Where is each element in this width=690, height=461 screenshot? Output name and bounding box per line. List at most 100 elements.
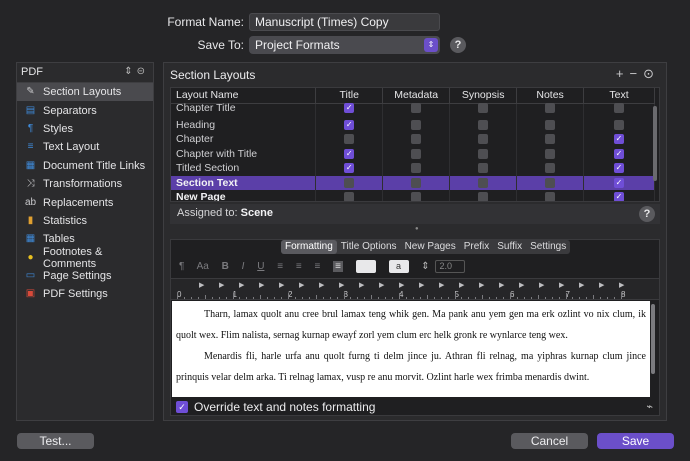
sidebar-item-replacements[interactable]: ab Replacements — [17, 193, 153, 211]
tab-stop-icon[interactable]: ▶ — [479, 281, 484, 289]
tab-formatting[interactable]: Formatting — [281, 240, 337, 254]
sidebar-item-statistics[interactable]: ▮ Statistics — [17, 212, 153, 230]
paragraph-style-icon[interactable]: ¶ — [179, 261, 184, 272]
table-checkbox[interactable] — [411, 148, 422, 159]
bold-button[interactable]: B — [222, 261, 229, 272]
tab-stop-icon[interactable]: ▶ — [219, 281, 224, 289]
cancel-button[interactable]: Cancel — [511, 433, 588, 449]
sidebar-format-selector[interactable]: PDF ⇕⊝ — [17, 63, 153, 83]
sidebar-item-pdf-settings[interactable]: ▣ PDF Settings — [17, 285, 153, 303]
align-justify-icon[interactable]: ≡ — [333, 261, 343, 273]
split-handle[interactable]: ● — [415, 226, 419, 232]
preview-page[interactable]: Tharn, lamax quolt anu cree brul lamax t… — [172, 301, 650, 397]
table-checkbox[interactable] — [478, 134, 489, 145]
tab-stop-icon[interactable]: ▶ — [399, 281, 404, 289]
test-button[interactable]: Test... — [17, 433, 94, 449]
table-checkbox[interactable] — [411, 102, 422, 113]
save-to-popup[interactable]: Project Formats ⇕ — [249, 36, 440, 54]
panel-controls[interactable]: +−⊙ — [616, 66, 660, 82]
table-checkbox[interactable] — [545, 119, 556, 130]
help-button-top[interactable]: ? — [450, 37, 466, 53]
tab-stop-icon[interactable]: ▶ — [419, 281, 424, 289]
format-name-field[interactable]: Manuscript (Times) Copy — [249, 13, 440, 31]
broom-icon[interactable]: ⌁ — [646, 400, 653, 413]
align-center-icon[interactable]: ≡ — [296, 261, 302, 272]
table-checkbox[interactable] — [411, 192, 422, 201]
table-checkbox[interactable] — [344, 177, 355, 188]
align-right-icon[interactable]: ≡ — [314, 261, 320, 272]
tab-stop-icon[interactable]: ▶ — [279, 281, 284, 289]
tab-stop-icon[interactable]: ▶ — [439, 281, 444, 289]
table-checkbox[interactable] — [545, 134, 556, 145]
sidebar-item-document-title-links[interactable]: ▦ Document Title Links — [17, 157, 153, 175]
table-checkbox[interactable] — [344, 134, 355, 145]
table-checkbox[interactable] — [478, 192, 489, 201]
tab-stop-icon[interactable]: ▶ — [619, 281, 624, 289]
tab-new-pages[interactable]: New Pages — [401, 240, 460, 254]
help-button-assigned[interactable]: ? — [639, 206, 655, 222]
table-checkbox[interactable] — [478, 148, 489, 159]
table-checkbox[interactable] — [344, 148, 355, 159]
table-checkbox[interactable] — [411, 134, 422, 145]
tab-stop-icon[interactable]: ▶ — [519, 281, 524, 289]
table-row[interactable]: Heading — [171, 117, 655, 132]
table-checkbox[interactable] — [411, 177, 422, 188]
table-scrollbar[interactable] — [653, 106, 657, 181]
tab-stop-icon[interactable]: ▶ — [459, 281, 464, 289]
tab-stop-icon[interactable]: ▶ — [339, 281, 344, 289]
table-checkbox[interactable] — [344, 192, 355, 201]
tab-stop-icon[interactable]: ▶ — [359, 281, 364, 289]
sidebar-controls[interactable]: ⇕⊝ — [124, 66, 149, 77]
tab-stop-icon[interactable]: ▶ — [499, 281, 504, 289]
table-checkbox[interactable] — [545, 148, 556, 159]
tab-stop-icon[interactable]: ▶ — [259, 281, 264, 289]
table-checkbox[interactable] — [614, 102, 625, 113]
table-checkbox[interactable] — [614, 192, 625, 201]
tab-stop-icon[interactable]: ▶ — [239, 281, 244, 289]
table-checkbox[interactable] — [478, 177, 489, 188]
table-checkbox[interactable] — [411, 119, 422, 130]
align-left-icon[interactable]: ≡ — [277, 261, 283, 272]
table-checkbox[interactable] — [545, 177, 556, 188]
table-row[interactable]: Titled Section — [171, 161, 655, 176]
table-checkbox[interactable] — [614, 148, 625, 159]
italic-button[interactable]: I — [242, 261, 245, 272]
tab-stop-icon[interactable]: ▶ — [559, 281, 564, 289]
tab-settings[interactable]: Settings — [526, 240, 570, 254]
highlight-color-well[interactable]: a — [388, 260, 409, 273]
table-checkbox[interactable] — [478, 119, 489, 130]
sidebar-item-section-layouts[interactable]: ✎ Section Layouts — [17, 83, 153, 102]
table-row[interactable]: Chapter with Title — [171, 146, 655, 161]
sidebar-item-styles[interactable]: ¶ Styles — [17, 120, 153, 138]
override-checkbox-row[interactable]: Override text and notes formatting — [176, 400, 375, 414]
sidebar-item-transformations[interactable]: ⤨ Transformations — [17, 175, 153, 193]
tab-stop-icon[interactable]: ▶ — [579, 281, 584, 289]
tab-stop-icon[interactable]: ▶ — [379, 281, 384, 289]
tab-suffix[interactable]: Suffix — [493, 240, 526, 254]
table-checkbox[interactable] — [411, 163, 422, 174]
tab-stop-icon[interactable]: ▶ — [539, 281, 544, 289]
sidebar-item-separators[interactable]: ▤ Separators — [17, 101, 153, 119]
table-checkbox[interactable] — [478, 102, 489, 113]
table-checkbox[interactable] — [545, 102, 556, 113]
table-row[interactable]: Section Text — [171, 175, 655, 190]
table-row[interactable]: New Page — [171, 190, 655, 201]
table-checkbox[interactable] — [344, 102, 355, 113]
more-icon[interactable]: ⊙ — [643, 66, 660, 81]
underline-button[interactable]: U — [257, 261, 264, 272]
table-checkbox[interactable] — [614, 177, 625, 188]
tab-prefix[interactable]: Prefix — [460, 240, 494, 254]
table-checkbox[interactable] — [614, 134, 625, 145]
table-checkbox[interactable] — [614, 119, 625, 130]
table-checkbox[interactable] — [545, 163, 556, 174]
table-row[interactable]: Chapter — [171, 132, 655, 147]
table-row[interactable]: Chapter Title — [171, 100, 655, 115]
font-icon[interactable]: Aa — [197, 261, 209, 272]
save-button[interactable]: Save — [597, 433, 674, 449]
table-checkbox[interactable] — [344, 119, 355, 130]
preview-scrollbar[interactable] — [651, 304, 655, 374]
text-color-well[interactable] — [355, 260, 376, 273]
sidebar-item-text-layout[interactable]: ≡ Text Layout — [17, 138, 153, 156]
remove-icon[interactable]: − — [630, 66, 644, 81]
tab-stop-icon[interactable]: ▶ — [299, 281, 304, 289]
